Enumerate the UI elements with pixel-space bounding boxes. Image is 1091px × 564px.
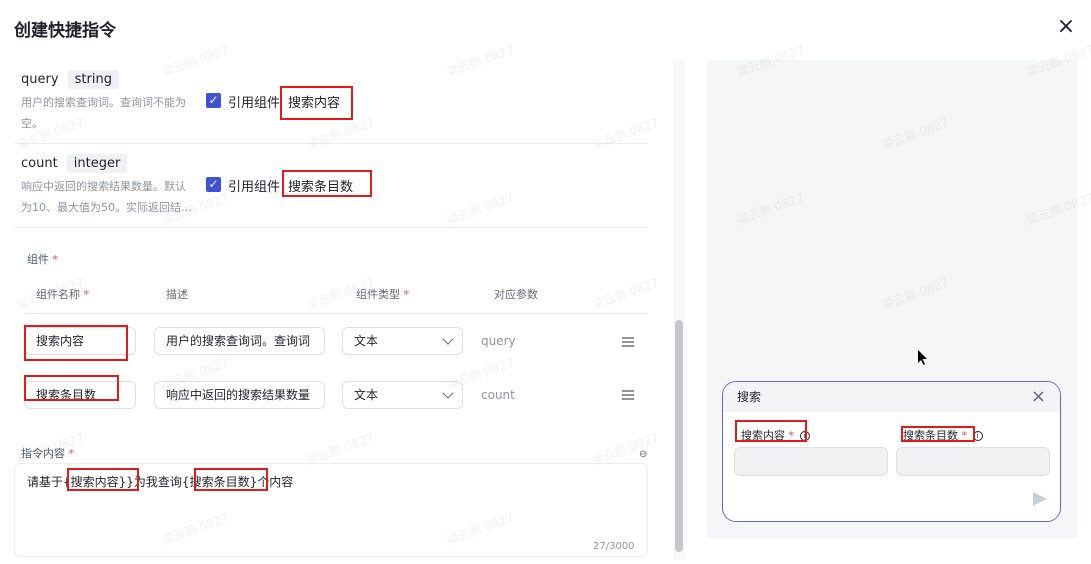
param-name: count <box>21 156 58 171</box>
reference-component-value[interactable]: 搜索条目数 <box>288 176 353 195</box>
close-icon[interactable]: × <box>1052 13 1080 41</box>
components-label-text: 组件 <box>27 253 49 266</box>
watermark: 梁云鹏 0827 <box>589 275 661 313</box>
drag-handle-icon[interactable] <box>622 390 634 400</box>
card-header: 搜索 <box>723 382 1060 412</box>
component-type-select[interactable]: 文本 <box>342 381 463 409</box>
param-header-count: count integer <box>21 152 128 173</box>
component-type-select[interactable]: 文本 <box>342 327 463 355</box>
instruction-segment: 为我查询{ <box>133 475 190 489</box>
required-mark: * <box>403 288 410 301</box>
param-name: query <box>21 72 59 87</box>
dialog-title: 创建快捷指令 <box>14 21 116 41</box>
select-value: 文本 <box>354 388 379 402</box>
reference-checkbox[interactable]: ✓ <box>206 177 221 192</box>
preview-input-1[interactable] <box>734 447 888 476</box>
divider <box>14 143 648 144</box>
param-description: 响应中返回的搜索结果数量。默认 为10、最大值为50。实际返回结… <box>21 176 201 218</box>
reference-component-value[interactable]: 搜索内容 <box>288 92 340 111</box>
component-desc-input[interactable]: 用户的搜索查询词。查询词 <box>154 327 325 355</box>
watermark: 梁云鹏 0827 <box>589 115 661 153</box>
chevron-down-icon <box>442 387 454 399</box>
column-header-desc: 描述 <box>166 288 188 301</box>
close-icon[interactable]: × <box>1031 387 1046 407</box>
reference-label: 引用组件 <box>228 96 281 111</box>
divider <box>24 313 648 314</box>
mouse-cursor-icon <box>918 350 928 366</box>
reference-label: 引用组件 <box>228 180 281 195</box>
instruction-segment: 请基于 <box>27 475 64 489</box>
highlight-box <box>24 375 119 401</box>
preview-input-2[interactable] <box>896 447 1050 476</box>
divider <box>14 227 648 228</box>
param-type-chip: integer <box>66 154 128 173</box>
watermark: 梁云鹏 0827 <box>444 42 516 80</box>
highlight-box <box>901 426 975 442</box>
column-header-text: 组件名称 <box>36 288 80 301</box>
param-header-query: query string <box>21 68 119 89</box>
highlight-box <box>194 468 268 491</box>
highlight-box <box>24 325 128 361</box>
instruction-label: 指令内容 * <box>21 445 74 461</box>
send-icon[interactable] <box>1033 492 1047 506</box>
param-desc-line: 为10、最大值为50。实际返回结… <box>21 201 192 214</box>
instruction-label-text: 指令内容 <box>21 447 65 460</box>
char-counter: 27/3000 <box>593 541 635 552</box>
param-desc-line: 用户的搜索查询词。查询词不能为 <box>21 96 186 109</box>
column-header-param: 对应参数 <box>494 288 538 301</box>
component-desc-input[interactable]: 响应中返回的搜索结果数量 <box>154 381 325 409</box>
chevron-down-icon <box>442 333 454 345</box>
param-type-chip: string <box>67 70 119 89</box>
column-header-type: 组件类型 * <box>356 286 409 302</box>
highlight-box <box>735 420 807 442</box>
column-header-name: 组件名称 * <box>36 286 89 302</box>
scrollbar-thumb[interactable] <box>675 320 683 552</box>
column-header-text: 组件类型 <box>356 288 400 301</box>
select-value: 文本 <box>354 334 379 348</box>
highlight-box <box>67 468 139 491</box>
param-desc-line: 响应中返回的搜索结果数量。默认 <box>21 180 186 193</box>
required-mark: * <box>68 447 75 460</box>
reference-checkbox[interactable]: ✓ <box>206 93 221 108</box>
drag-handle-icon[interactable] <box>622 337 634 347</box>
link-icon[interactable]: ⊖ <box>639 449 647 460</box>
required-mark: * <box>83 288 90 301</box>
param-description: 用户的搜索查询词。查询词不能为 空。 <box>21 92 201 134</box>
required-mark: * <box>52 253 59 266</box>
components-label: 组件 * <box>27 251 58 267</box>
param-desc-line: 空。 <box>21 117 43 130</box>
watermark: 梁云鹏 0827 <box>444 190 516 228</box>
component-param: count <box>481 388 515 402</box>
component-param: query <box>481 334 516 348</box>
watermark: 梁云鹏 0827 <box>159 42 231 80</box>
